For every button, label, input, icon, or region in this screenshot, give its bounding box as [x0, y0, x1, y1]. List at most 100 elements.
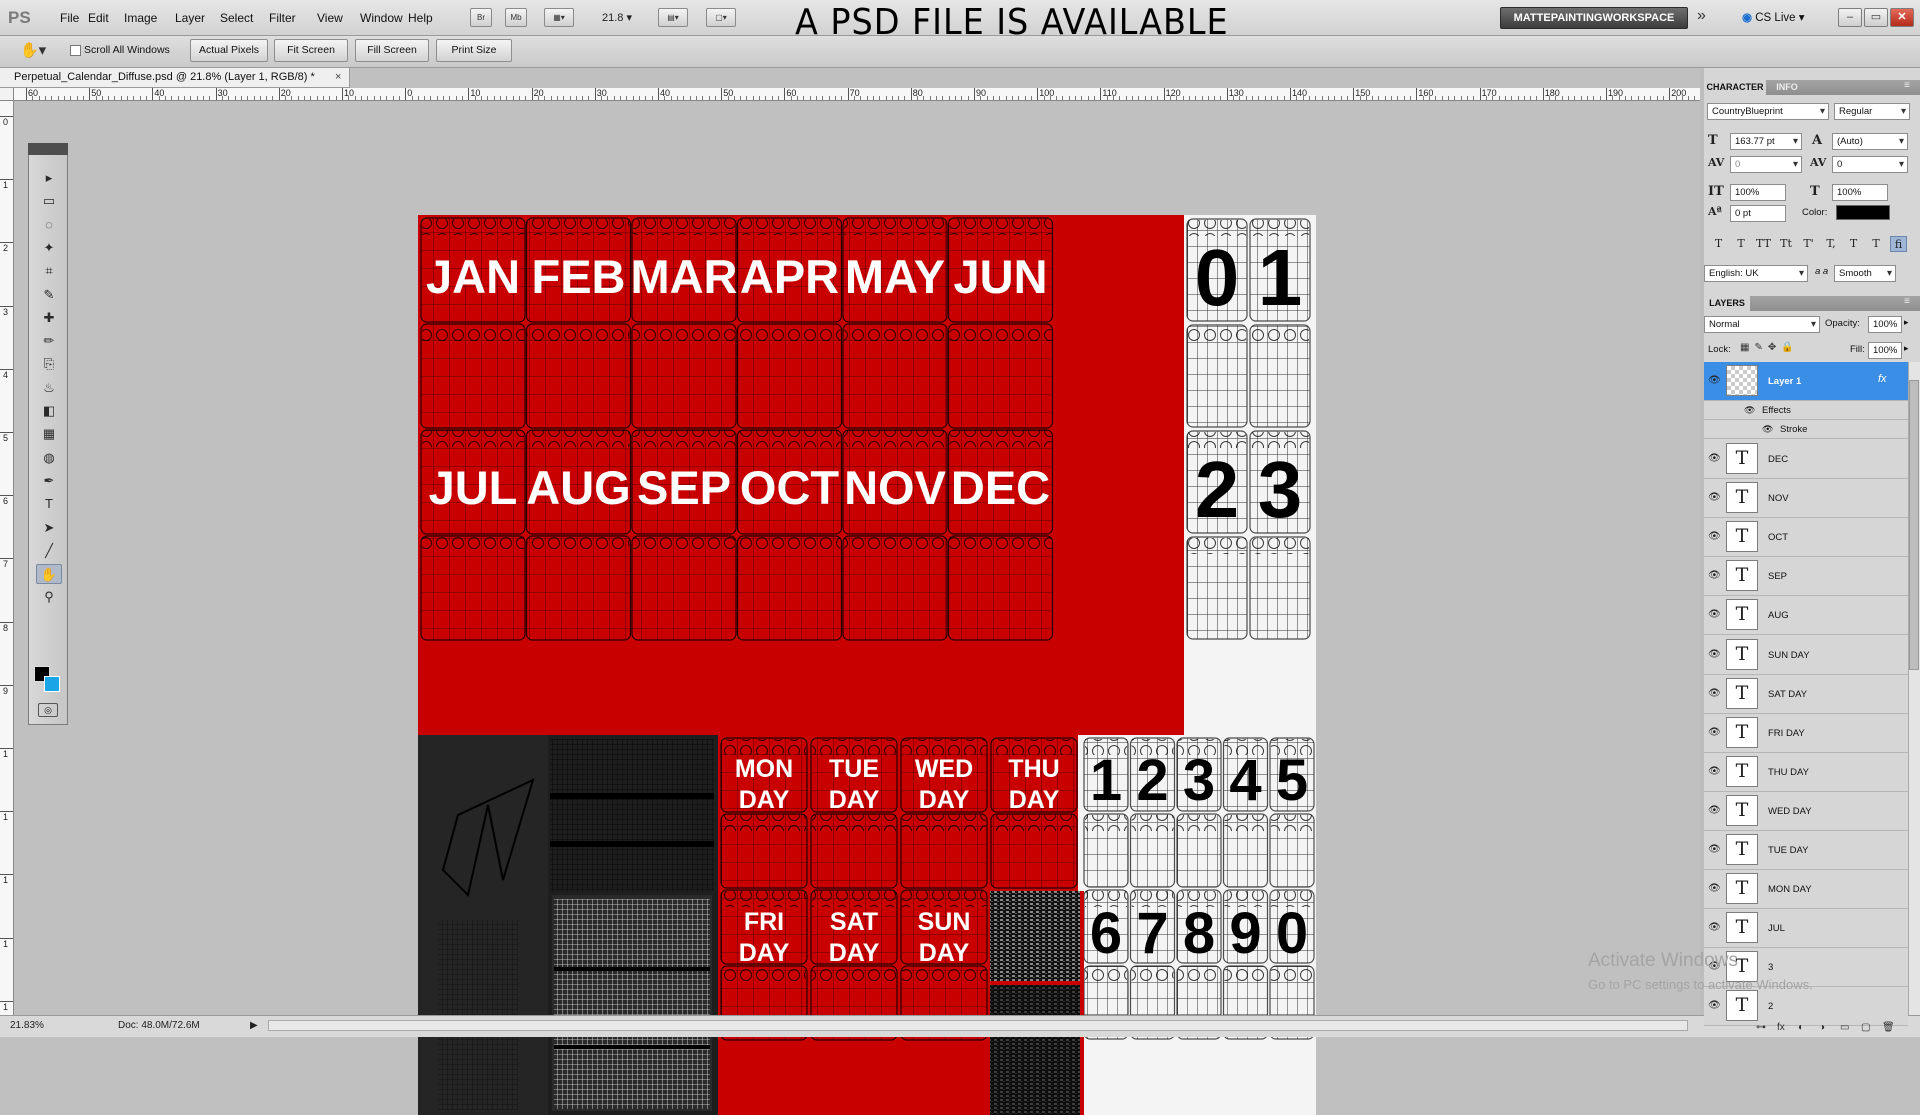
tool-3-icon[interactable]: ✦: [36, 238, 62, 258]
restore-button[interactable]: ▭: [1864, 8, 1888, 27]
workspace-button[interactable]: MATTEPAINTINGWORKSPACE: [1500, 7, 1688, 29]
font-size-field[interactable]: 163.77 pt: [1730, 133, 1802, 150]
panel-menu-icon[interactable]: ≡: [1904, 80, 1910, 91]
fx-icon[interactable]: fx: [1777, 1022, 1785, 1033]
layer-row[interactable]: 👁 T SUN DAY: [1704, 635, 1908, 675]
tool-9-icon[interactable]: ♨: [36, 378, 62, 398]
menu-select[interactable]: Select: [220, 11, 253, 25]
leading-field[interactable]: (Auto): [1832, 133, 1908, 150]
blend-mode-select[interactable]: Normal: [1704, 316, 1820, 333]
fit-screen-button[interactable]: Fit Screen: [274, 39, 348, 62]
text-style-button-1[interactable]: T: [1733, 236, 1750, 252]
tool-12-icon[interactable]: ◍: [36, 448, 62, 468]
new-layer-icon[interactable]: ▢: [1861, 1022, 1870, 1033]
tool-6-icon[interactable]: ✚: [36, 308, 62, 328]
language-select[interactable]: English: UK: [1704, 265, 1808, 282]
menu-filter[interactable]: Filter: [269, 11, 296, 25]
print-size-button[interactable]: Print Size: [436, 39, 512, 62]
fx-icon[interactable]: fx: [1878, 373, 1887, 385]
quick-mask-icon[interactable]: ◎: [38, 703, 58, 717]
menu-window[interactable]: Window: [360, 11, 403, 25]
horizontal-ruler[interactable]: 60 50 40 30 20 10 0 10 20 30 40 50 60 70 80 90 100 110 120…: [14, 88, 1700, 101]
fill-arrow-icon[interactable]: ▸: [1904, 343, 1909, 354]
mask-icon[interactable]: ◐: [1798, 1022, 1804, 1033]
tool-15-icon[interactable]: ➤: [36, 518, 62, 538]
tool-1-icon[interactable]: ▭: [36, 191, 62, 211]
text-style-button-2[interactable]: TT: [1755, 236, 1772, 252]
visibility-eye-icon[interactable]: 👁: [1708, 609, 1722, 620]
vertical-ruler[interactable]: 0123456789111111: [0, 101, 14, 1015]
actual-pixels-button[interactable]: Actual Pixels: [190, 39, 268, 62]
layer-row[interactable]: 👁 T OCT: [1704, 518, 1908, 558]
font-family-select[interactable]: CountryBlueprint: [1707, 103, 1829, 120]
visibility-eye-icon[interactable]: 👁: [1708, 922, 1722, 933]
layer-row[interactable]: 👁 T 2: [1704, 987, 1908, 1027]
status-zoom[interactable]: 21.83%: [10, 1020, 44, 1031]
mini-bridge-icon[interactable]: Mb: [505, 8, 527, 27]
tool-5-icon[interactable]: ✎: [36, 285, 62, 305]
layer-row[interactable]: 👁 T MON DAY: [1704, 870, 1908, 910]
fill-field[interactable]: 100%: [1868, 342, 1902, 359]
text-style-button-4[interactable]: T': [1800, 236, 1817, 252]
tab-info[interactable]: INFO: [1770, 80, 1804, 95]
kerning-field[interactable]: 0: [1730, 156, 1802, 173]
calendar-texture-document[interactable]: JAN FEB MAR APR MAY JUNJUL AUG SEP OCT NOV DEC0 12 3…: [418, 215, 1316, 1115]
visibility-eye-icon[interactable]: 👁: [1708, 649, 1722, 660]
layer-row[interactable]: 👁 T NOV: [1704, 479, 1908, 519]
status-menu-arrow-icon[interactable]: ▶: [250, 1020, 258, 1031]
zoom-level-dropdown[interactable]: 21.8 ▾: [602, 11, 632, 24]
visibility-eye-icon[interactable]: 👁: [1708, 453, 1722, 464]
effects-row[interactable]: 👁 Effects: [1704, 401, 1908, 420]
tool-4-icon[interactable]: ⌗: [36, 261, 62, 281]
tool-8-icon[interactable]: ⎘: [36, 354, 62, 374]
layer-row[interactable]: 👁 T SEP: [1704, 557, 1908, 597]
layer-row[interactable]: 👁 T DEC: [1704, 440, 1908, 479]
arrange-documents-icon[interactable]: ▤▾: [658, 8, 688, 27]
effects-eye-icon[interactable]: 👁: [1744, 405, 1755, 416]
visibility-eye-icon[interactable]: 👁: [1708, 570, 1722, 581]
visibility-eye-icon[interactable]: 👁: [1708, 531, 1722, 542]
tab-character[interactable]: CHARACTER: [1704, 80, 1766, 95]
menu-file[interactable]: File: [60, 11, 79, 25]
canvas-area[interactable]: JAN FEB MAR APR MAY JUN JUL AUG SEP OCT NOV DEC 0 1 2 3…: [14, 101, 1700, 1115]
ruler-origin[interactable]: [0, 88, 14, 101]
background-color-swatch[interactable]: [44, 676, 60, 692]
visibility-eye-icon[interactable]: 👁: [1708, 375, 1722, 386]
text-style-button-7[interactable]: T: [1868, 236, 1885, 252]
cs-live-menu[interactable]: ◉ CS Live ▾: [1742, 10, 1804, 24]
text-style-button-3[interactable]: Tt: [1778, 236, 1795, 252]
visibility-eye-icon[interactable]: 👁: [1708, 1000, 1722, 1011]
close-button[interactable]: ✕: [1890, 8, 1914, 27]
layers-scroll-thumb[interactable]: [1909, 380, 1919, 670]
layer-row[interactable]: 👁 T JUL: [1704, 909, 1908, 949]
tool-13-icon[interactable]: ✒: [36, 471, 62, 491]
menu-help[interactable]: Help: [408, 11, 433, 25]
visibility-eye-icon[interactable]: 👁: [1708, 766, 1722, 777]
text-color-swatch[interactable]: [1836, 205, 1890, 220]
tool-7-icon[interactable]: ✏: [36, 331, 62, 351]
tracking-field[interactable]: 0: [1832, 156, 1908, 173]
vertical-scale-field[interactable]: 100%: [1730, 184, 1786, 201]
stroke-eye-icon[interactable]: 👁: [1762, 424, 1773, 435]
tab-layers[interactable]: LAYERS: [1704, 296, 1750, 311]
tool-16-icon[interactable]: ╱: [36, 541, 62, 561]
adjustment-icon[interactable]: ◑: [1819, 1022, 1825, 1033]
visibility-eye-icon[interactable]: 👁: [1708, 688, 1722, 699]
menu-view[interactable]: View: [317, 11, 343, 25]
opacity-arrow-icon[interactable]: ▸: [1904, 317, 1909, 328]
workspace-more-icon[interactable]: »: [1697, 7, 1706, 25]
tool-17-icon[interactable]: ✋: [36, 564, 62, 585]
visibility-eye-icon[interactable]: 👁: [1708, 844, 1722, 855]
tools-panel-header[interactable]: [28, 143, 68, 155]
link-icon[interactable]: ⊶: [1756, 1022, 1766, 1033]
bridge-icon[interactable]: Br: [470, 8, 492, 27]
fill-screen-button[interactable]: Fill Screen: [355, 39, 429, 62]
tool-14-icon[interactable]: T: [36, 494, 62, 514]
stroke-effect-row[interactable]: 👁 Stroke: [1704, 420, 1908, 439]
tool-11-icon[interactable]: ▦: [36, 424, 62, 444]
layer-row-active[interactable]: 👁 Layer 1 fx: [1704, 362, 1908, 401]
text-style-button-6[interactable]: T: [1845, 236, 1862, 252]
horizontal-scale-field[interactable]: 100%: [1832, 184, 1888, 201]
scroll-all-windows-checkbox[interactable]: [70, 45, 81, 56]
layer-row[interactable]: 👁 T WED DAY: [1704, 791, 1908, 831]
